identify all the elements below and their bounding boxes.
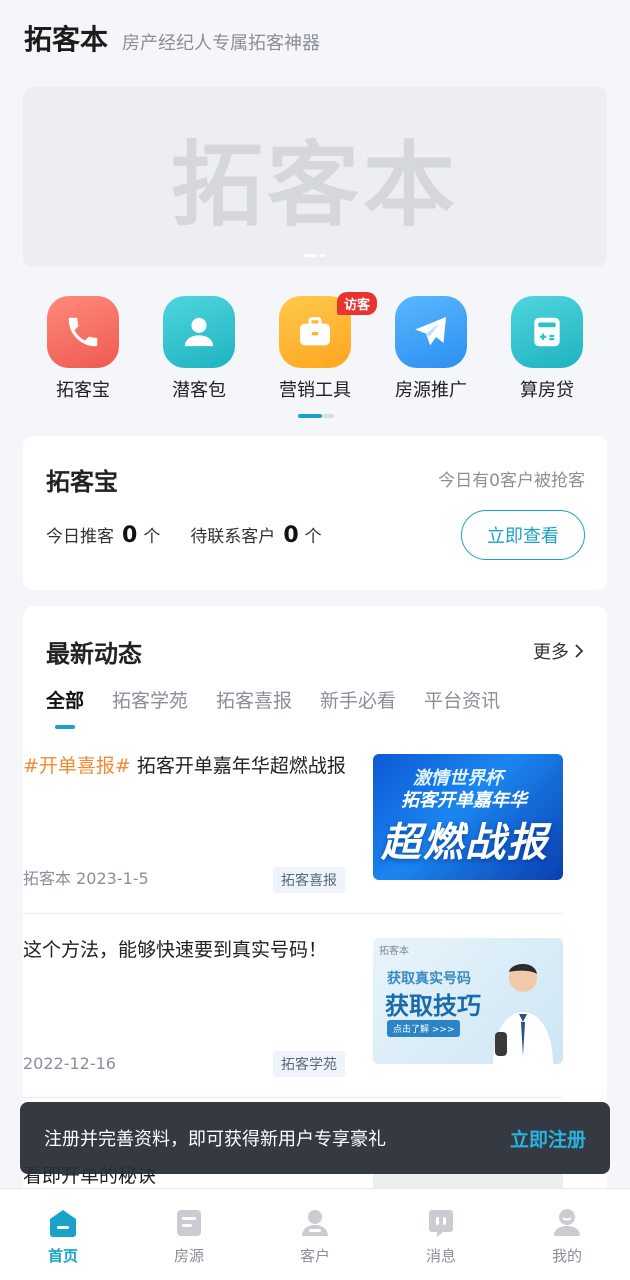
- thumb-text: 获取技巧: [385, 992, 481, 1020]
- register-now-button[interactable]: 立即注册: [510, 1125, 586, 1152]
- banner-dot: [319, 254, 326, 257]
- home-icon: [50, 1210, 76, 1237]
- app-header: 拓客本 房产经纪人专属拓客神器: [24, 18, 320, 62]
- quick-tools: 拓客宝 潜客包 访客 营销工具 房源推广 算房贷: [23, 292, 607, 406]
- article-item[interactable]: #开单喜报# 拓客开单嘉年华超燃战报 拓客本 2023-1-5 拓客喜报 激情世…: [23, 746, 563, 914]
- banner-pagination: [304, 254, 326, 257]
- tab-label: 客户: [299, 1247, 330, 1265]
- tool-tuokebao[interactable]: 拓客宝: [35, 296, 131, 406]
- article-title: 这个方法，能够快速要到真实号码！: [23, 939, 328, 961]
- news-tabs: 全部 拓客学苑 拓客喜报 新手必看 平台资讯: [46, 686, 500, 713]
- news-title: 最新动态: [46, 640, 142, 668]
- tool-marketing[interactable]: 访客 营销工具: [267, 292, 377, 406]
- app-subtitle: 房产经纪人专属拓客神器: [122, 33, 321, 54]
- tool-label: 算房贷: [520, 380, 574, 401]
- tuokebao-card: 拓客宝 今日有0客户被抢客 今日推客 0 个 待联系客户 0 个 立即查看: [23, 436, 607, 590]
- user-icon: [163, 296, 235, 368]
- article-category: 拓客学苑: [273, 1051, 345, 1077]
- visitor-badge: 访客: [336, 292, 377, 315]
- chevron-right-icon: [575, 644, 584, 658]
- tab-all[interactable]: 全部: [46, 686, 84, 713]
- tool-qiankebao[interactable]: 潜客包: [151, 296, 247, 406]
- thumb-text: 获取真实号码: [387, 971, 471, 987]
- pending-count: 0: [283, 523, 299, 548]
- tab-home[interactable]: 首页: [0, 1189, 126, 1280]
- thumb-cta: 点击了解 >>>: [387, 1020, 461, 1037]
- article-tag: #开单喜报#: [23, 755, 131, 777]
- app-title: 拓客本: [24, 23, 109, 56]
- profile-icon: [554, 1209, 580, 1236]
- tool-label: 拓客宝: [56, 380, 110, 401]
- thumb-brand: 拓客本: [379, 946, 409, 957]
- article-item[interactable]: 这个方法，能够快速要到真实号码！ 2022-12-16 拓客学苑 拓客本 获取真…: [23, 930, 563, 1098]
- banner-dot-active: [304, 254, 317, 257]
- bottom-tabbar: 首页 房源 客户 消息 我的: [0, 1188, 630, 1280]
- tab-messages[interactable]: 消息: [378, 1189, 504, 1280]
- unit: 个: [304, 527, 322, 547]
- tuokebao-title: 拓客宝: [46, 468, 118, 496]
- tab-label: 首页: [47, 1247, 78, 1265]
- article-title: #开单喜报# 拓客开单嘉年华超燃战报: [23, 755, 346, 777]
- tab-label: 消息: [425, 1247, 456, 1265]
- tool-listing-promo[interactable]: 房源推广: [383, 296, 479, 406]
- tab-customers[interactable]: 客户: [252, 1189, 378, 1280]
- more-label: 更多: [533, 642, 569, 663]
- tab-good-news[interactable]: 拓客喜报: [216, 686, 292, 713]
- tab-label: 我的: [551, 1247, 582, 1265]
- phone-icon: [47, 296, 119, 368]
- message-icon: [429, 1210, 453, 1237]
- view-now-button[interactable]: 立即查看: [461, 510, 585, 560]
- banner-watermark: 拓客本: [170, 131, 459, 239]
- banner-carousel[interactable]: 拓客本: [23, 87, 607, 267]
- grab-notice: 今日有0客户被抢客: [438, 471, 585, 491]
- article-meta: 拓客本 2023-1-5: [23, 869, 149, 888]
- indicator-inactive: [322, 414, 334, 418]
- tab-beginner[interactable]: 新手必看: [320, 686, 396, 713]
- tab-platform[interactable]: 平台资讯: [424, 686, 500, 713]
- tools-page-indicator: [298, 414, 334, 418]
- news-more-link[interactable]: 更多: [533, 638, 585, 664]
- thumb-text: 拓客开单嘉年华: [401, 790, 527, 811]
- article-meta: 2022-12-16: [23, 1054, 116, 1073]
- person-illustration: [493, 964, 553, 1064]
- listing-icon: [177, 1210, 201, 1236]
- tuokebao-stats: 今日推客 0 个 待联系客户 0 个: [46, 522, 322, 548]
- tab-academy[interactable]: 拓客学苑: [112, 686, 188, 713]
- tab-label: 房源: [173, 1247, 204, 1265]
- article-thumbnail: 激情世界杯 拓客开单嘉年华 超燃战报: [373, 754, 563, 880]
- today-label: 今日推客: [46, 527, 114, 547]
- indicator-active: [298, 414, 322, 418]
- calculator-icon: [511, 296, 583, 368]
- paper-plane-icon: [395, 296, 467, 368]
- tab-profile[interactable]: 我的: [504, 1189, 630, 1280]
- customer-icon: [302, 1210, 328, 1236]
- register-toast: 注册并完善资料，即可获得新用户专享豪礼 立即注册: [20, 1102, 610, 1174]
- thumb-text: 超燃战报: [381, 820, 549, 866]
- pending-label: 待联系客户: [190, 527, 276, 547]
- tool-label: 潜客包: [172, 380, 226, 401]
- article-category: 拓客喜报: [273, 867, 345, 893]
- tab-listings[interactable]: 房源: [126, 1189, 252, 1280]
- today-count: 0: [122, 523, 138, 548]
- tool-mortgage-calc[interactable]: 算房贷: [499, 296, 595, 406]
- tool-label: 房源推广: [395, 380, 467, 401]
- tool-label: 营销工具: [279, 380, 351, 401]
- unit: 个: [143, 527, 161, 547]
- article-thumbnail: 拓客本 获取真实号码 获取技巧 点击了解 >>>: [373, 938, 563, 1064]
- toast-message: 注册并完善资料，即可获得新用户专享豪礼: [44, 1129, 386, 1150]
